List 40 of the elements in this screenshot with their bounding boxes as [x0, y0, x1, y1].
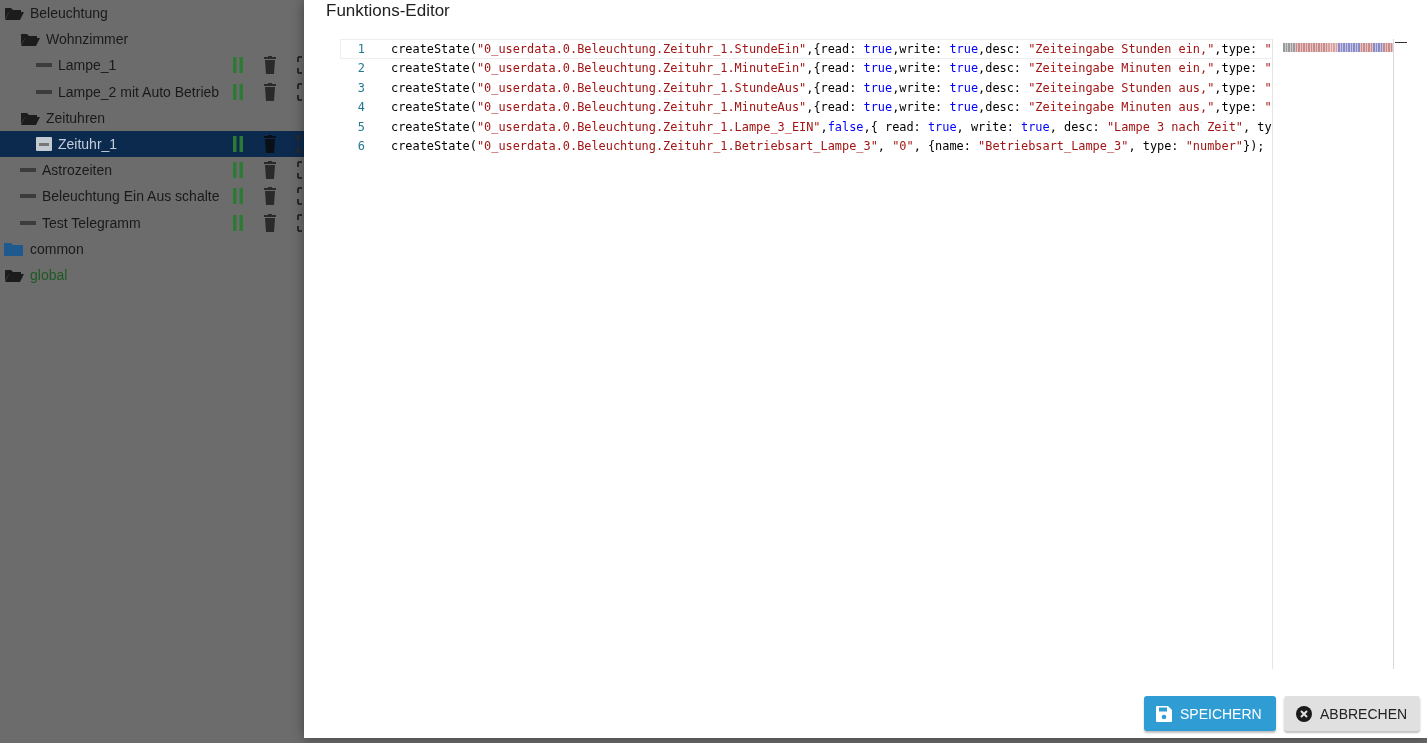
cancel-button[interactable]: ABBRECHEN [1284, 696, 1420, 731]
script-label[interactable]: Astrozeiten [42, 162, 233, 179]
line-number: 6 [356, 139, 365, 154]
code-line: createState("0_userdata.0.Beleuchtung.Zeituhr_1.StundeAus",{read: true,write: true,desc: "Zeiteingabe Stunden aus,",type: " [391, 80, 1272, 95]
code-line: createState("0_userdata.0.Beleuchtung.Zeituhr_1.Betriebsart_Lampe_3", "0", {name: "Betriebsart_Lampe_3", type: "number"}); [391, 139, 1265, 154]
save-icon [1156, 705, 1172, 722]
script-icon [36, 137, 52, 152]
folder-label[interactable]: common [30, 240, 304, 257]
line-number: 2 [356, 61, 365, 76]
trash-icon[interactable] [264, 187, 276, 206]
open-folder-icon[interactable] [4, 6, 24, 21]
code-line: createState("0_userdata.0.Beleuchtung.Zeituhr_1.MinuteEin",{read: true,write: true,desc: "Zeiteingabe Minuten ein,",type: " [391, 61, 1272, 76]
code-line: createState("0_userdata.0.Beleuchtung.Zeituhr_1.Lampe_3_EIN",false,{ read: true, write: true, desc: "Lampe 3 nach Zeit", ty [391, 119, 1272, 134]
trash-icon[interactable] [264, 213, 276, 232]
save-button[interactable]: SPEICHERN [1144, 696, 1276, 731]
script-label[interactable]: Zeituhr_1 [58, 136, 233, 153]
open-folder-icon[interactable] [20, 32, 40, 47]
line-number: 4 [356, 100, 365, 115]
open-folder-icon[interactable] [20, 110, 40, 125]
dialog-title: Funktions-Editor [326, 1, 450, 22]
folder-label[interactable]: Zeituhren [46, 109, 304, 126]
script-label[interactable]: Lampe_1 [58, 57, 233, 74]
folder-label[interactable]: Wohnzimmer [46, 31, 304, 48]
open-folder-icon[interactable] [4, 267, 24, 282]
tree-item[interactable]: Zeituhr_1 [0, 130, 304, 158]
code-line: createState("0_userdata.0.Beleuchtung.Zeituhr_1.StundeEin",{read: true,write: true,desc: "Zeiteingabe Stunden ein,",type: " [391, 41, 1272, 56]
line-number: 3 [356, 80, 365, 95]
folder-label[interactable]: Beleuchtung [30, 5, 304, 22]
script-label[interactable]: Beleuchtung Ein Aus schalte [42, 188, 233, 205]
trash-icon[interactable] [264, 82, 276, 101]
script-label[interactable]: Test Telegramm [42, 214, 233, 231]
line-number: 1 [356, 41, 365, 56]
line-number: 5 [356, 119, 365, 134]
trash-icon[interactable] [264, 161, 276, 180]
scrollbar-thumb[interactable] [1395, 42, 1407, 43]
close-icon [1296, 705, 1312, 722]
trash-icon[interactable] [264, 56, 276, 75]
pause-icon[interactable] [233, 136, 243, 153]
code-line: createState("0_userdata.0.Beleuchtung.Zeituhr_1.MinuteAus",{read: true,write: true,desc: "Zeiteingabe Minuten aus,",type: " [391, 100, 1272, 115]
script-label[interactable]: Lampe_2 mit Auto Betrieb [58, 83, 233, 100]
